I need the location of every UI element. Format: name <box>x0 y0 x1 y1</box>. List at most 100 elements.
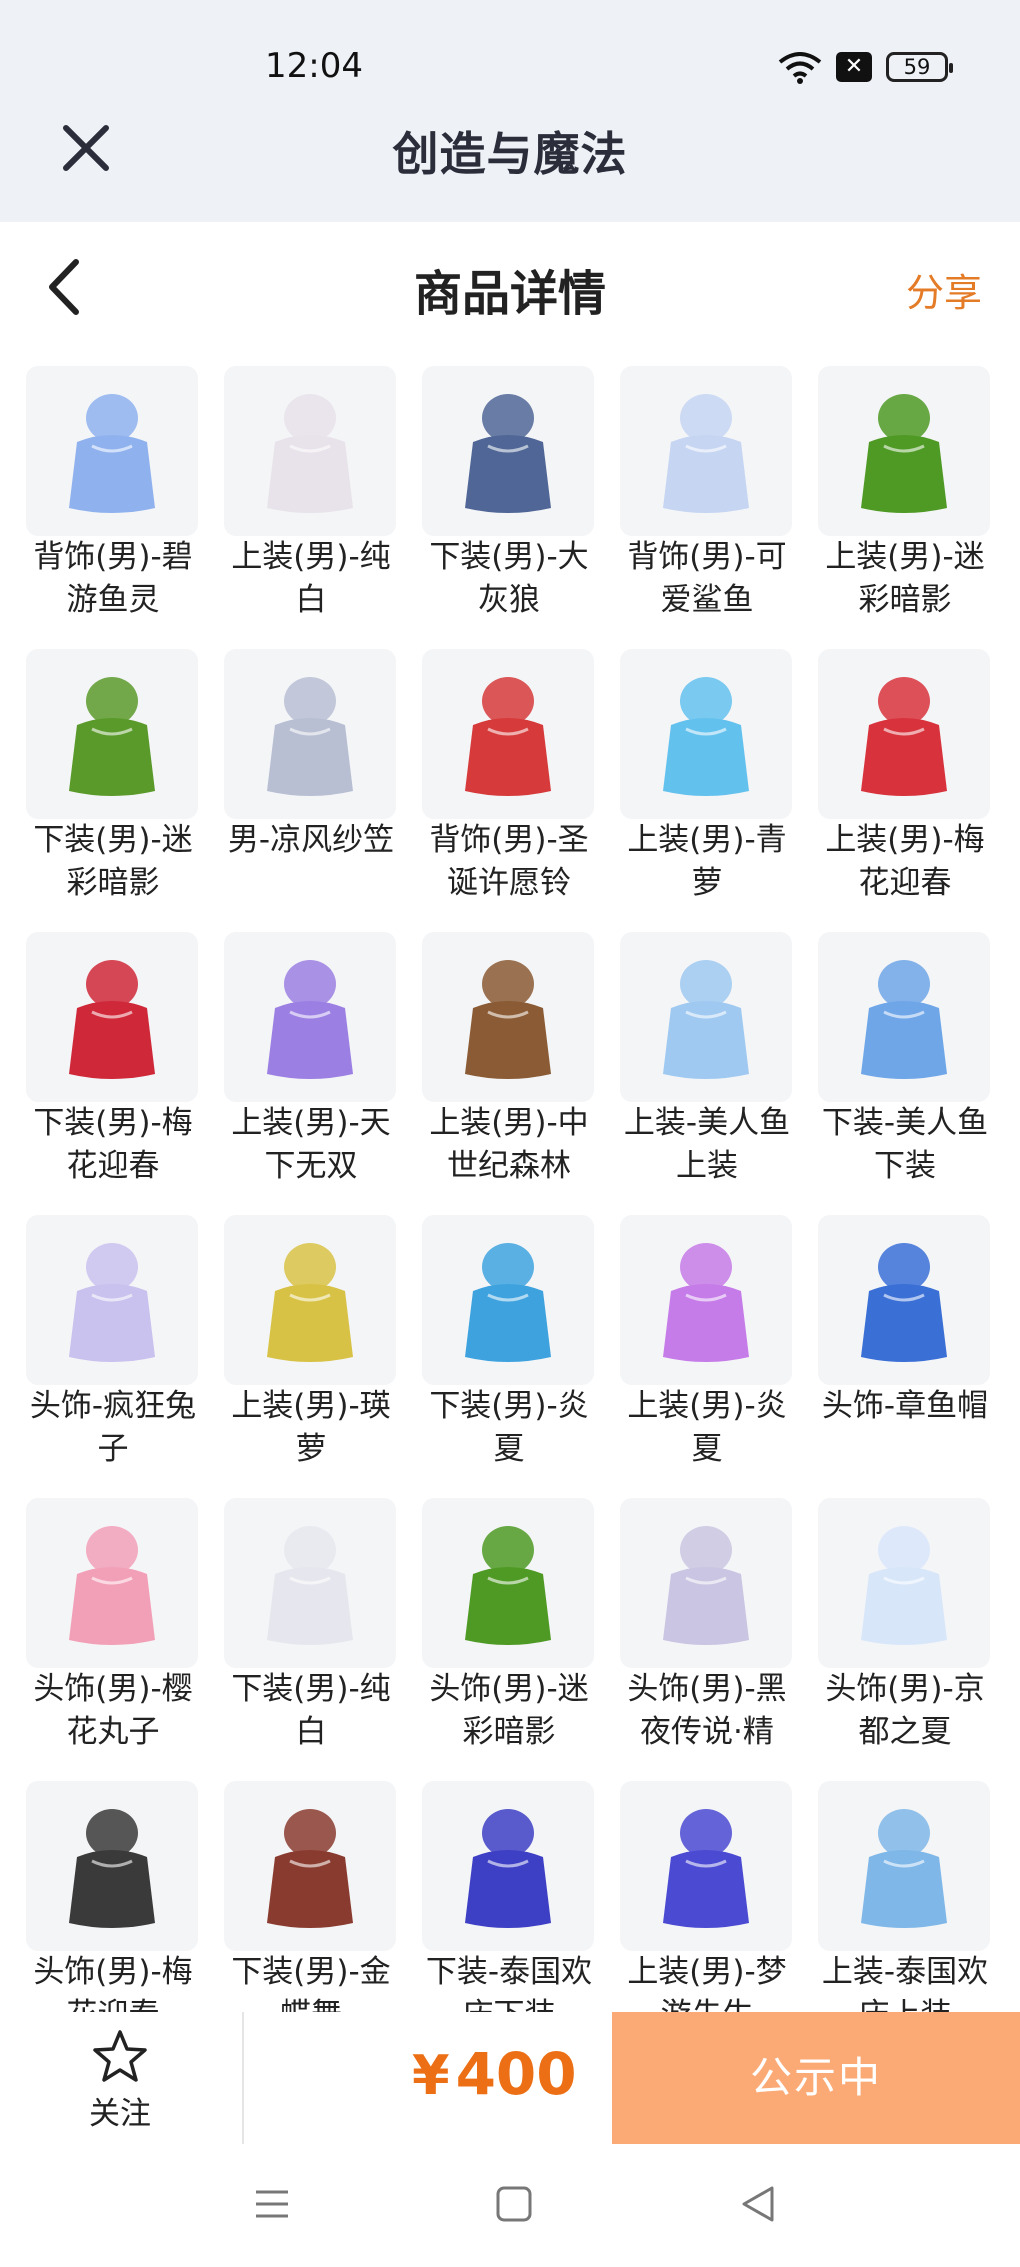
product-label: 下装(男)-炎夏 <box>429 1388 589 1467</box>
product-label: 下装(男)-金蝶舞 <box>231 1954 391 2012</box>
product-item[interactable]: 下装(男)-迷彩暗影 <box>18 635 208 919</box>
home-icon[interactable] <box>484 2174 544 2234</box>
product-image <box>861 1243 947 1362</box>
product-label: 头饰(男)-京都之夏 <box>825 1671 985 1750</box>
follow-label: 关注 <box>89 2096 151 2132</box>
app-title: 创造与魔法 <box>392 127 628 181</box>
product-label: 头饰(男)-樱花丸子 <box>33 1671 193 1750</box>
product-image <box>861 1526 947 1645</box>
product-image <box>267 1809 353 1928</box>
product-item[interactable]: 上装(男)-梦游先生 <box>612 1767 802 2012</box>
product-image <box>267 1526 353 1645</box>
product-image <box>267 960 353 1079</box>
product-image <box>465 1809 551 1928</box>
product-label: 头饰(男)-黑夜传说·精 <box>627 1671 787 1750</box>
product-thumbnail <box>620 932 792 1102</box>
product-item[interactable]: 上装(男)-天下无双 <box>216 918 406 1202</box>
product-item[interactable]: 上装(男)-青萝 <box>612 635 802 919</box>
menu-icon[interactable] <box>242 2174 302 2234</box>
product-item[interactable]: 下装(男)-梅花迎春 <box>18 918 208 1202</box>
product-image <box>465 677 551 796</box>
product-label: 上装(男)-纯白 <box>231 539 391 618</box>
product-thumbnail <box>620 649 792 819</box>
product-image <box>267 677 353 796</box>
product-item[interactable]: 头饰-疯狂兔子 <box>18 1201 208 1485</box>
product-image <box>69 677 155 796</box>
product-label: 下装-泰国欢庆下装 <box>425 1954 593 2012</box>
product-item[interactable]: 头饰(男)-京都之夏 <box>810 1484 1000 1768</box>
product-item[interactable]: 上装-泰国欢庆上装 <box>810 1767 1000 2012</box>
product-image <box>465 1243 551 1362</box>
product-item[interactable]: 下装(男)-炎夏 <box>414 1201 604 1485</box>
no-sim-icon: ✕ <box>836 52 872 82</box>
product-item[interactable]: 上装(男)-瑛萝 <box>216 1201 406 1485</box>
product-image <box>267 394 353 513</box>
product-item[interactable]: 男-凉风纱笠 <box>216 635 406 919</box>
product-thumbnail <box>818 1215 990 1385</box>
battery-icon: 59 <box>886 52 953 82</box>
product-label: 男-凉风纱笠 <box>227 822 395 858</box>
product-item[interactable]: 上装(男)-炎夏 <box>612 1201 802 1485</box>
status-bar: 12:04 ✕ 59 创造与魔法 <box>0 0 1020 222</box>
product-image <box>663 394 749 513</box>
product-label: 头饰-疯狂兔子 <box>29 1388 197 1467</box>
product-thumbnail <box>26 1215 198 1385</box>
back-nav-icon[interactable] <box>728 2174 788 2234</box>
product-image <box>861 394 947 513</box>
product-thumbnail <box>422 1781 594 1951</box>
battery-level: 59 <box>903 55 931 79</box>
product-label: 上装-美人鱼上装 <box>623 1105 791 1184</box>
product-item[interactable]: 背饰(男)-碧游鱼灵 <box>18 352 208 636</box>
product-thumbnail <box>26 649 198 819</box>
share-button[interactable]: 分享 <box>906 262 982 317</box>
item-grid: 背饰(男)-碧游鱼灵 上装(男)-纯白 下装(男)-大灰狼 背饰(男)-可爱鲨鱼 上装(… <box>0 352 1020 2012</box>
product-item[interactable]: 头饰-章鱼帽 <box>810 1201 1000 1485</box>
product-label: 下装(男)-梅花迎春 <box>33 1105 193 1184</box>
product-image <box>69 1526 155 1645</box>
product-item[interactable]: 下装(男)-金蝶舞 <box>216 1767 406 2012</box>
product-item[interactable]: 背饰(男)-可爱鲨鱼 <box>612 352 802 636</box>
public-notice-button[interactable]: 公示中 <box>612 2012 1020 2144</box>
product-image <box>663 960 749 1079</box>
product-image <box>663 1809 749 1928</box>
product-image <box>663 1243 749 1362</box>
product-label: 上装(男)-炎夏 <box>627 1388 787 1467</box>
product-thumbnail <box>224 1781 396 1951</box>
product-thumbnail <box>818 932 990 1102</box>
product-label: 背饰(男)-碧游鱼灵 <box>33 539 193 618</box>
product-item[interactable]: 头饰(男)-迷彩暗影 <box>414 1484 604 1768</box>
product-thumbnail <box>620 366 792 536</box>
bottom-action-bar: 关注 ¥400 公示中 <box>0 2012 1020 2144</box>
product-item[interactable]: 上装(男)-纯白 <box>216 352 406 636</box>
product-item[interactable]: 下装(男)-纯白 <box>216 1484 406 1768</box>
product-image <box>267 1243 353 1362</box>
product-label: 上装(男)-梅花迎春 <box>825 822 985 901</box>
product-item[interactable]: 上装(男)-中世纪森林 <box>414 918 604 1202</box>
product-item[interactable]: 上装(男)-迷彩暗影 <box>810 352 1000 636</box>
product-image <box>663 677 749 796</box>
product-label: 背饰(男)-可爱鲨鱼 <box>627 539 787 618</box>
product-label: 上装(男)-瑛萝 <box>231 1388 391 1467</box>
product-item[interactable]: 头饰(男)-樱花丸子 <box>18 1484 208 1768</box>
product-item[interactable]: 背饰(男)-圣诞许愿铃 <box>414 635 604 919</box>
product-item[interactable]: 头饰(男)-梅花迎春 <box>18 1767 208 2012</box>
product-item[interactable]: 下装(男)-大灰狼 <box>414 352 604 636</box>
follow-button[interactable]: 关注 <box>60 2028 180 2138</box>
product-item[interactable]: 头饰(男)-黑夜传说·精 <box>612 1484 802 1768</box>
product-label: 上装(男)-梦游先生 <box>627 1954 787 2012</box>
star-icon <box>93 2030 147 2082</box>
product-item[interactable]: 下装-美人鱼下装 <box>810 918 1000 1202</box>
product-label: 上装(男)-青萝 <box>627 822 787 901</box>
system-nav-bar <box>0 2144 1020 2267</box>
product-image <box>861 677 947 796</box>
product-image <box>861 1809 947 1928</box>
product-image <box>69 1243 155 1362</box>
product-label: 背饰(男)-圣诞许愿铃 <box>429 822 589 901</box>
product-item[interactable]: 上装-美人鱼上装 <box>612 918 802 1202</box>
product-item[interactable]: 下装-泰国欢庆下装 <box>414 1767 604 2012</box>
product-thumbnail <box>818 649 990 819</box>
product-item[interactable]: 上装(男)-梅花迎春 <box>810 635 1000 919</box>
wifi-icon <box>778 52 822 84</box>
product-label: 下装(男)-迷彩暗影 <box>33 822 193 901</box>
product-label: 下装(男)-大灰狼 <box>429 539 589 618</box>
